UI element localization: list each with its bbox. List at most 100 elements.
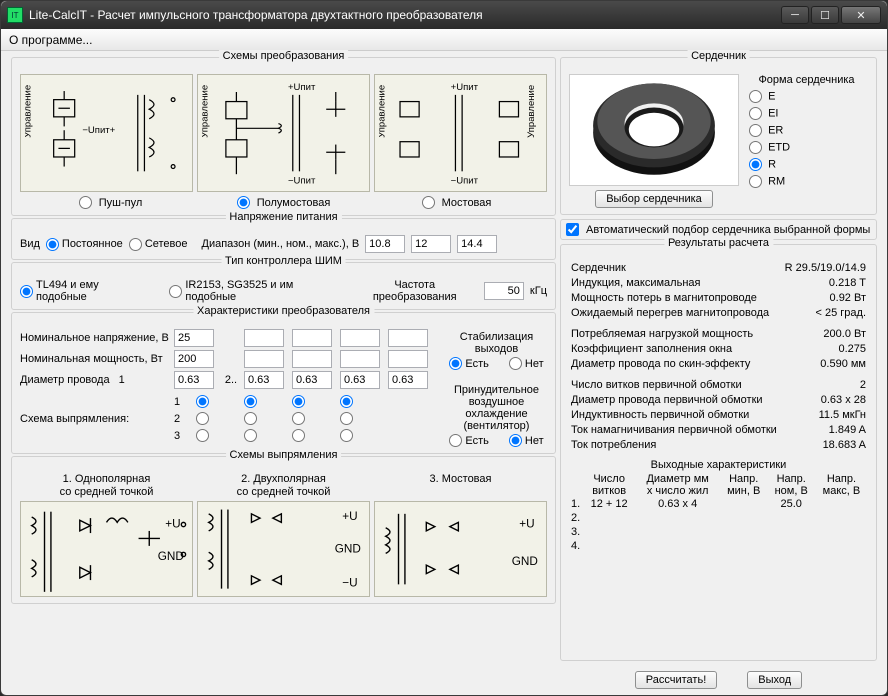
wire-d5[interactable] (388, 371, 428, 389)
rs-2-4[interactable] (340, 412, 353, 425)
forced-label1: Принудительное воздушное (446, 384, 547, 408)
nom-v-4[interactable] (340, 329, 380, 347)
table-row: 4. (569, 539, 868, 553)
wire-d4[interactable] (340, 371, 380, 389)
nom-p-4[interactable] (340, 350, 380, 368)
rs-1-4[interactable] (340, 395, 353, 408)
shape-E[interactable]: E (749, 90, 868, 103)
rs-3-2[interactable] (244, 429, 257, 442)
nom-p-2[interactable] (244, 350, 284, 368)
freq-input[interactable] (484, 282, 524, 300)
rs-2-3[interactable] (292, 412, 305, 425)
group-conv: Характеристики преобразователя Номинальн… (11, 312, 556, 454)
freq-label: Частота преобразования (351, 279, 477, 303)
schemes-legend: Схемы преобразования (219, 50, 349, 62)
supply-max-input[interactable] (457, 235, 497, 253)
table-row: 3. (569, 525, 868, 539)
svg-text:+Uпит: +Uпит (288, 82, 316, 93)
menubar: О программе... (1, 29, 887, 51)
rs-2-1[interactable] (196, 412, 209, 425)
menu-about[interactable]: О программе... (9, 33, 92, 47)
supply-nom-input[interactable] (411, 235, 451, 253)
shape-ER[interactable]: ER (749, 124, 868, 137)
svg-text:−Uпит: −Uпит (451, 176, 479, 187)
radio-ir2153[interactable]: IR2153, SG3525 и им подобные (169, 279, 345, 303)
wire-d1[interactable] (174, 371, 214, 389)
rs-1-3[interactable] (292, 395, 305, 408)
group-rect: Схемы выпрямления 1. Однополярнаясо сред… (11, 456, 556, 604)
group-results: Результаты расчета СердечникR 29.5/19.0/… (560, 244, 877, 661)
radio-halfbridge[interactable]: Полумостовая (197, 196, 370, 209)
rect-scheme-label: Схема выпрямления: (20, 413, 170, 425)
rs-1-2[interactable] (244, 395, 257, 408)
svg-text:Управление: Управление (526, 85, 537, 138)
out-title: Выходные характеристики (569, 459, 868, 471)
stab-no[interactable]: Нет (509, 357, 544, 370)
scheme-pushpull-image: Управление −Uпит+ (20, 74, 193, 192)
group-core: Сердечник (560, 57, 877, 215)
titlebar[interactable]: IT Lite-CalcIT - Расчет импульсного тран… (1, 1, 887, 29)
nom-v-label: Номинальное напряжение, В (20, 332, 170, 344)
maximize-button[interactable]: ☐ (811, 6, 839, 24)
close-button[interactable]: ✕ (841, 6, 881, 24)
svg-text:−Uпит+: −Uпит+ (83, 125, 116, 136)
rs-1-1[interactable] (196, 395, 209, 408)
rs-2-2[interactable] (244, 412, 257, 425)
results-legend: Результаты расчета (664, 237, 773, 249)
auto-core-checkbox[interactable] (566, 223, 579, 236)
radio-dc[interactable]: Постоянное (46, 238, 123, 251)
svg-text:GND: GND (158, 550, 184, 563)
rs-3-4[interactable] (340, 429, 353, 442)
nom-p-5[interactable] (388, 350, 428, 368)
select-core-button[interactable]: Выбор сердечника (595, 190, 713, 208)
nom-p-3[interactable] (292, 350, 332, 368)
forced-yes[interactable]: Есть (449, 434, 488, 447)
core-image (569, 74, 739, 186)
app-window: IT Lite-CalcIT - Расчет импульсного тран… (0, 0, 888, 696)
radio-ac[interactable]: Сетевое (129, 238, 188, 251)
wire-d3[interactable] (292, 371, 332, 389)
radio-tl494[interactable]: TL494 и ему подобные (20, 279, 151, 303)
conv-legend: Характеристики преобразователя (193, 305, 374, 317)
group-pwm: Тип контроллера ШИМ TL494 и ему подобные… (11, 262, 556, 310)
shape-RM[interactable]: RM (749, 175, 868, 188)
calc-button[interactable]: Рассчитать! (635, 671, 717, 689)
svg-text:GND: GND (512, 555, 538, 568)
shape-R[interactable]: R (749, 158, 868, 171)
nom-v-5[interactable] (388, 329, 428, 347)
core-shape-title: Форма сердечника (745, 74, 868, 86)
rect-img-3: +U GND (374, 501, 547, 597)
rect-img-2: +U GND −U (197, 501, 370, 597)
rs-3-1[interactable] (196, 429, 209, 442)
app-icon: IT (7, 7, 23, 23)
svg-text:Управление: Управление (202, 85, 211, 138)
supply-legend: Напряжение питания (225, 211, 341, 223)
table-row: 2. (569, 511, 868, 525)
auto-core-label: Автоматический подбор сердечника выбранн… (586, 224, 870, 236)
pwm-legend: Тип контроллера ШИМ (221, 255, 346, 267)
nom-p-input[interactable] (174, 350, 214, 368)
group-supply: Напряжение питания Вид Постоянное Сетево… (11, 218, 556, 260)
exit-button[interactable]: Выход (747, 671, 802, 689)
minimize-button[interactable]: ─ (781, 6, 809, 24)
wire-d2[interactable] (244, 371, 284, 389)
supply-min-input[interactable] (365, 235, 405, 253)
svg-text:+Uпит: +Uпит (451, 82, 479, 93)
radio-bridge[interactable]: Мостовая (370, 196, 543, 209)
svg-text:+U: +U (165, 518, 180, 531)
nom-v-2[interactable] (244, 329, 284, 347)
forced-no[interactable]: Нет (509, 434, 544, 447)
scheme-bridge-image: Управление Управление +Uпит −Uпит (374, 74, 547, 192)
svg-text:−Uпит: −Uпит (288, 176, 316, 187)
shape-EI[interactable]: EI (749, 107, 868, 120)
nom-v-3[interactable] (292, 329, 332, 347)
stab-label: Стабилизация выходов (446, 331, 547, 355)
window-title: Lite-CalcIT - Расчет импульсного трансфо… (29, 8, 781, 22)
rs-3-3[interactable] (292, 429, 305, 442)
shape-ETD[interactable]: ETD (749, 141, 868, 154)
forced-label2: охлаждение (вентилятор) (446, 408, 547, 432)
nom-v-input[interactable] (174, 329, 214, 347)
radio-pushpull[interactable]: Пуш-пул (24, 196, 197, 209)
stab-yes[interactable]: Есть (449, 357, 488, 370)
freq-unit: кГц (530, 285, 547, 297)
